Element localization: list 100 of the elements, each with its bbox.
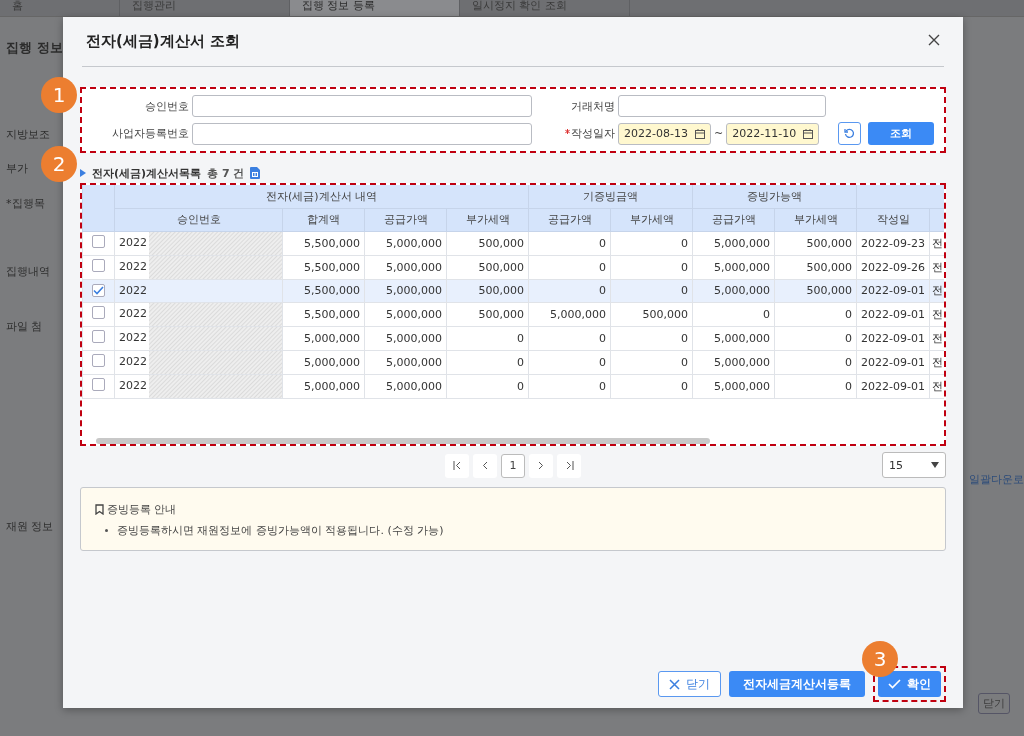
table-cell: 500,000 — [478, 236, 525, 250]
table-cell: 0 — [681, 236, 689, 250]
column-group-header: 증빙가능액 — [692, 185, 857, 208]
dropdown-icon — [931, 462, 939, 468]
close-icon — [669, 678, 680, 690]
table-cell: 2022 — [119, 355, 147, 368]
table-cell: 5,000,000 — [714, 260, 771, 274]
table-cell: 2022 — [119, 236, 147, 249]
section-label: 지방보조 — [6, 127, 50, 143]
table-cell: 5,000,000 — [714, 331, 771, 345]
reset-button[interactable] — [838, 122, 861, 145]
last-page-icon — [564, 461, 574, 470]
list-title: 전자(세금)계산서목록 — [92, 165, 202, 181]
table-cell: 5,000,000 — [386, 307, 442, 321]
input-field[interactable] — [192, 95, 532, 117]
table-cell: 0 — [681, 355, 689, 369]
row-checkbox[interactable] — [92, 330, 105, 343]
table-cell: 500,000 — [806, 260, 853, 274]
table-cell: 500,000 — [478, 307, 525, 321]
page-button[interactable]: 1 — [501, 453, 525, 478]
column-header[interactable]: 승인번호 — [114, 208, 283, 231]
step-badge: 1 — [41, 77, 77, 113]
input-field[interactable] — [618, 95, 826, 117]
table-cell: 5,000,000 — [386, 236, 442, 250]
table-cell: 0 — [599, 355, 607, 369]
table-cell: 2022 — [119, 331, 147, 344]
calendar-icon[interactable] — [803, 128, 814, 139]
bookmark-icon — [95, 504, 104, 515]
input-field[interactable] — [192, 122, 532, 145]
table-cell: 5,000,000 — [714, 284, 771, 297]
page-title: 집행 정보 — [6, 39, 62, 57]
table-cell: 5,000,000 — [386, 379, 442, 393]
table-cell: 5,000,000 — [304, 331, 360, 345]
row-checkbox[interactable] — [92, 378, 105, 391]
first-page-button[interactable] — [445, 453, 469, 478]
row-checkbox[interactable] — [92, 283, 105, 297]
table-cell: 0 — [845, 331, 853, 345]
chevron-right-icon — [538, 461, 544, 470]
date-field[interactable]: 2022-11-10 — [726, 122, 820, 145]
table-cell: 전 — [932, 355, 944, 369]
table-cell: 5,000,000 — [304, 379, 360, 393]
table-cell: 0 — [681, 379, 689, 393]
table-cell: 500,000 — [478, 284, 525, 297]
field-label: 사업자등록번호 — [111, 126, 190, 141]
calendar-icon[interactable] — [695, 128, 706, 139]
last-page-button[interactable] — [557, 453, 581, 478]
close-button[interactable]: 닫기 — [658, 671, 721, 697]
section-label: 재원 정보 — [6, 519, 54, 535]
table-cell: 0 — [681, 284, 689, 297]
notice-text: 증빙등록하시면 재원정보에 증빙가능액이 적용됩니다. (수정 가능) — [95, 523, 931, 538]
table-cell: 0 — [599, 260, 607, 274]
spreadsheet-icon[interactable] — [250, 167, 261, 179]
table-cell: 0 — [517, 331, 525, 345]
table-cell: 500,000 — [642, 307, 689, 321]
check-icon — [888, 679, 901, 689]
table-cell: 5,000,000 — [550, 307, 607, 321]
table-cell: 2022 — [119, 379, 147, 392]
field-label: 작성일자 — [532, 126, 618, 141]
table-cell: 500,000 — [806, 236, 853, 250]
table-cell: 2022-09-01 — [861, 331, 925, 345]
table-cell: 5,500,000 — [304, 307, 360, 321]
triangle-icon — [80, 169, 86, 177]
notice-title: 증빙등록 안내 — [107, 502, 177, 517]
table-cell: 0 — [845, 355, 853, 369]
range-separator: ~ — [714, 127, 724, 140]
row-checkbox[interactable] — [92, 259, 105, 272]
row-checkbox[interactable] — [92, 306, 105, 319]
table-cell: 0 — [681, 331, 689, 345]
table-cell: 5,500,000 — [304, 236, 360, 250]
page-tab[interactable]: 집행 정보 등록 — [290, 0, 460, 16]
date-field[interactable]: 2022-08-13 — [618, 122, 712, 145]
table-cell: 전 — [932, 331, 944, 345]
table-cell: 0 — [599, 379, 607, 393]
table-cell: 전 — [932, 307, 944, 321]
table-cell: 0 — [517, 379, 525, 393]
table-cell: 5,500,000 — [304, 284, 360, 297]
table-cell: 5,000,000 — [386, 284, 442, 297]
table-cell: 전 — [932, 260, 944, 274]
table-cell: 5,000,000 — [304, 355, 360, 369]
table-cell: 2022-09-01 — [861, 379, 925, 393]
table-cell: 전 — [932, 379, 944, 393]
total-count: 총 7 건 — [207, 165, 245, 181]
table-cell: 0 — [517, 355, 525, 369]
column-group-header: 전자(세금)계산서 내역 — [114, 185, 529, 208]
table-cell: 0 — [599, 284, 607, 297]
row-checkbox[interactable] — [92, 354, 105, 367]
table-cell: 0 — [845, 379, 853, 393]
table-cell: 5,000,000 — [386, 260, 442, 274]
step-badge: 2 — [41, 146, 77, 182]
row-checkbox[interactable] — [92, 235, 105, 248]
chevron-left-icon — [482, 461, 488, 470]
first-page-icon — [452, 461, 462, 470]
table-cell: 5,500,000 — [304, 260, 360, 274]
table-cell: 전 — [932, 236, 944, 250]
field-label: 승인번호 — [144, 98, 190, 114]
page-size-select[interactable]: 15 — [882, 452, 946, 478]
table-cell: 0 — [763, 307, 771, 321]
table-cell: 5,000,000 — [714, 379, 771, 393]
table-cell: 0 — [599, 236, 607, 250]
table-cell: 5,000,000 — [386, 331, 442, 345]
